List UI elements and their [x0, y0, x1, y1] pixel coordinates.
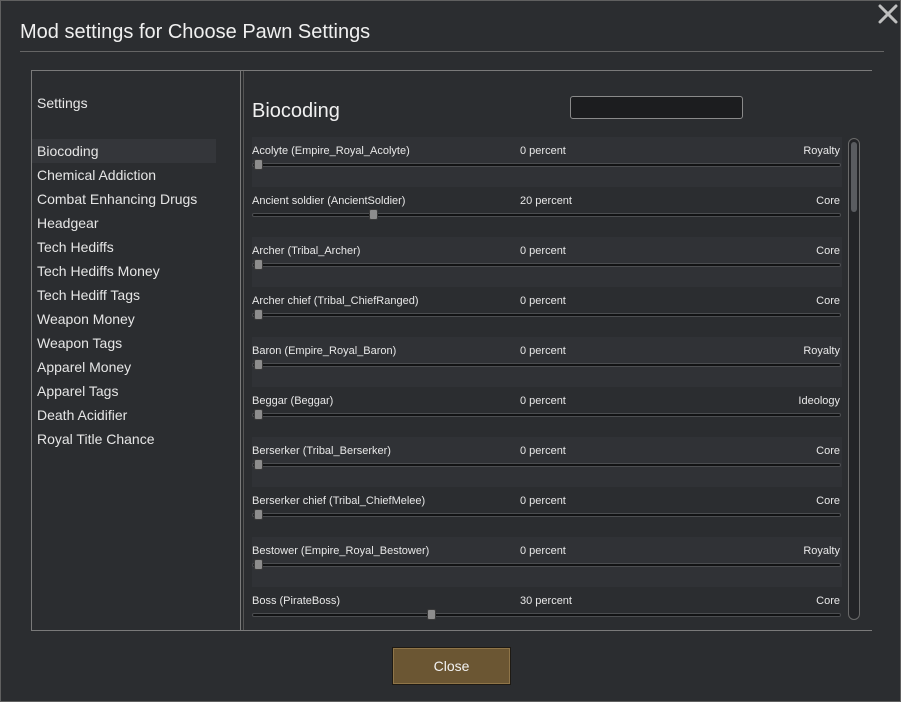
- row-label: Berserker chief (Tribal_ChiefMelee): [252, 495, 426, 507]
- slider-thumb[interactable]: [426, 609, 436, 620]
- search-input[interactable]: [570, 96, 743, 119]
- table-row: Bestower (Empire_Royal_Bestower) 0 percen…: [252, 537, 842, 587]
- slider-thumb[interactable]: [254, 259, 263, 270]
- row-percent: 30 percent: [520, 595, 572, 607]
- slider-thumb[interactable]: [254, 159, 263, 170]
- row-source: Core: [816, 495, 840, 507]
- row-percent: 0 percent: [520, 495, 566, 507]
- slider-track[interactable]: [252, 613, 841, 617]
- row-source: Core: [816, 445, 840, 457]
- row-source: Core: [816, 295, 840, 307]
- slider-thumb[interactable]: [254, 559, 263, 570]
- slider-track[interactable]: [252, 263, 841, 267]
- row-percent: 0 percent: [520, 395, 566, 407]
- sidebar-heading: Settings: [37, 95, 88, 111]
- row-label: Archer (Tribal_Archer): [252, 245, 361, 257]
- slider-thumb[interactable]: [254, 459, 263, 470]
- slider-track[interactable]: [252, 213, 841, 217]
- settings-frame: Settings Biocoding Chemical Addiction Comb…: [31, 70, 872, 631]
- slider-track[interactable]: [252, 563, 841, 567]
- close-icon[interactable]: [875, 1, 901, 27]
- slider-thumb[interactable]: [254, 509, 263, 520]
- row-source: Royalty: [803, 545, 840, 557]
- slider-track[interactable]: [252, 513, 841, 517]
- sidebar-item-weapon-money[interactable]: Weapon Money: [32, 307, 216, 331]
- row-label: Bestower (Empire_Royal_Bestower): [252, 545, 430, 557]
- sidebar-item-biocoding[interactable]: Biocoding: [32, 139, 216, 163]
- slider-thumb[interactable]: [254, 409, 263, 420]
- slider-track[interactable]: [252, 413, 841, 417]
- sidebar-item-combat-enhancing-drugs[interactable]: Combat Enhancing Drugs: [32, 187, 216, 211]
- slider-track[interactable]: [252, 363, 841, 367]
- table-row: Boss (PirateBoss) 30 percent Core: [252, 587, 842, 621]
- slider-track[interactable]: [252, 163, 841, 167]
- row-source: Core: [816, 595, 840, 607]
- sidebar-item-tech-hediff-tags[interactable]: Tech Hediff Tags: [32, 283, 216, 307]
- row-percent: 0 percent: [520, 245, 566, 257]
- row-label: Beggar (Beggar): [252, 395, 334, 407]
- sidebar-item-death-acidifier[interactable]: Death Acidifier: [32, 403, 216, 427]
- row-label: Ancient soldier (AncientSoldier): [252, 195, 406, 207]
- close-button[interactable]: Close: [392, 647, 511, 685]
- settings-sidebar: Settings Biocoding Chemical Addiction Comb…: [32, 71, 241, 630]
- table-row: Ancient soldier (AncientSoldier) 20 perce…: [252, 187, 842, 237]
- sidebar-item-apparel-tags[interactable]: Apparel Tags: [32, 379, 216, 403]
- table-row: Archer (Tribal_Archer) 0 percent Core: [252, 237, 842, 287]
- table-row: Berserker (Tribal_Berserker) 0 percent Cor…: [252, 437, 842, 487]
- table-row: Beggar (Beggar) 0 percent Ideology: [252, 387, 842, 437]
- row-label: Boss (PirateBoss): [252, 595, 341, 607]
- scrollbar-thumb[interactable]: [851, 142, 857, 212]
- slider-track[interactable]: [252, 313, 841, 317]
- scrollbar[interactable]: [848, 138, 860, 620]
- sidebar-item-chemical-addiction[interactable]: Chemical Addiction: [32, 163, 216, 187]
- row-source: Core: [816, 195, 840, 207]
- row-source: Ideology: [798, 395, 840, 407]
- row-percent: 0 percent: [520, 295, 566, 307]
- title-divider: [20, 51, 884, 52]
- row-source: Royalty: [803, 345, 840, 357]
- setting-rows: Acolyte (Empire_Royal_Acolyte) 0 percent R…: [252, 137, 842, 621]
- slider-thumb[interactable]: [254, 359, 263, 370]
- slider-thumb[interactable]: [254, 309, 263, 320]
- sidebar-item-weapon-tags[interactable]: Weapon Tags: [32, 331, 216, 355]
- row-percent: 0 percent: [520, 545, 566, 557]
- table-row: Baron (Empire_Royal_Baron) 0 percent Royal…: [252, 337, 842, 387]
- sidebar-item-tech-hediffs-money[interactable]: Tech Hediffs Money: [32, 259, 216, 283]
- row-label: Acolyte (Empire_Royal_Acolyte): [252, 145, 410, 157]
- row-percent: 0 percent: [520, 345, 566, 357]
- mod-settings-window: Mod settings for Choose Pawn Settings Se…: [0, 0, 901, 702]
- row-source: Royalty: [803, 145, 840, 157]
- table-row: Berserker chief (Tribal_ChiefMelee) 0 per…: [252, 487, 842, 537]
- sidebar-item-royal-title-chance[interactable]: Royal Title Chance: [32, 427, 216, 451]
- content-title: Biocoding: [252, 100, 340, 122]
- row-percent: 0 percent: [520, 445, 566, 457]
- row-source: Core: [816, 245, 840, 257]
- settings-content: Biocoding Acolyte (Empire_Royal_Acolyte)…: [243, 71, 872, 630]
- window-title: Mod settings for Choose Pawn Settings: [20, 21, 371, 43]
- row-label: Berserker (Tribal_Berserker): [252, 445, 391, 457]
- row-label: Baron (Empire_Royal_Baron): [252, 345, 397, 357]
- table-row: Archer chief (Tribal_ChiefRanged) 0 perce…: [252, 287, 842, 337]
- sidebar-item-apparel-money[interactable]: Apparel Money: [32, 355, 216, 379]
- row-label: Archer chief (Tribal_ChiefRanged): [252, 295, 419, 307]
- sidebar-item-tech-hediffs[interactable]: Tech Hediffs: [32, 235, 216, 259]
- row-percent: 0 percent: [520, 145, 566, 157]
- slider-thumb[interactable]: [369, 209, 379, 220]
- table-row: Acolyte (Empire_Royal_Acolyte) 0 percent R…: [252, 137, 842, 187]
- sidebar-item-headgear[interactable]: Headgear: [32, 211, 216, 235]
- row-percent: 20 percent: [520, 195, 572, 207]
- slider-track[interactable]: [252, 463, 841, 467]
